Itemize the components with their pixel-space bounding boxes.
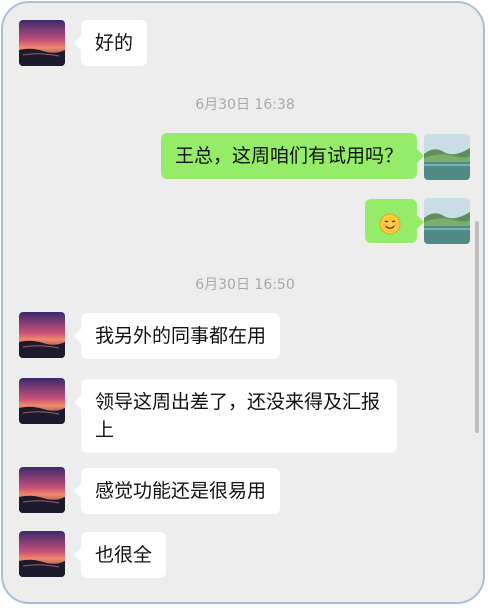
message-bubble[interactable]: 感觉功能还是很易用	[73, 468, 281, 514]
my-avatar[interactable]	[424, 198, 470, 244]
landscape-avatar-image	[424, 134, 470, 180]
sunset-avatar-image	[19, 20, 65, 66]
message-timestamp: 6月30日 16:50	[195, 277, 295, 293]
contact-avatar[interactable]	[19, 312, 65, 358]
message-text: 好的	[95, 32, 134, 54]
message-timestamp: 6月30日 16:38	[195, 97, 295, 113]
smiling-face-emoji-icon	[379, 213, 401, 235]
message-bubble[interactable]: 王总，这周咱们有试用吗？	[160, 133, 425, 179]
sunset-avatar-image	[19, 312, 65, 358]
message-bubble[interactable]: 领导这周出差了，还没来得及汇报上	[74, 379, 397, 453]
message-bubble[interactable]	[365, 199, 424, 243]
message-bubble[interactable]: 我另外的同事都在用	[73, 313, 281, 359]
contact-avatar[interactable]	[19, 531, 65, 577]
contact-avatar[interactable]	[19, 467, 65, 513]
chat-window: 好的 6月30日 16:38 王总，这周咱们有试用吗？ 6月30日 16:50 …	[1, 1, 485, 604]
message-text: 也很全	[95, 544, 153, 566]
message-bubble[interactable]: 也很全	[73, 532, 167, 578]
message-text: 我另外的同事都在用	[95, 325, 267, 347]
scrollbar[interactable]	[475, 221, 479, 433]
landscape-avatar-image	[424, 198, 470, 244]
sunset-avatar-image	[19, 378, 65, 424]
sunset-avatar-image	[19, 531, 65, 577]
contact-avatar[interactable]	[19, 378, 65, 424]
sunset-avatar-image	[19, 467, 65, 513]
my-avatar[interactable]	[424, 134, 470, 180]
message-text: 感觉功能还是很易用	[95, 480, 267, 502]
message-text: 领导这周出差了，还没来得及汇报上	[95, 391, 381, 441]
contact-avatar[interactable]	[19, 20, 65, 66]
message-bubble[interactable]: 好的	[73, 20, 148, 66]
message-text: 王总，这周咱们有试用吗？	[174, 145, 403, 167]
